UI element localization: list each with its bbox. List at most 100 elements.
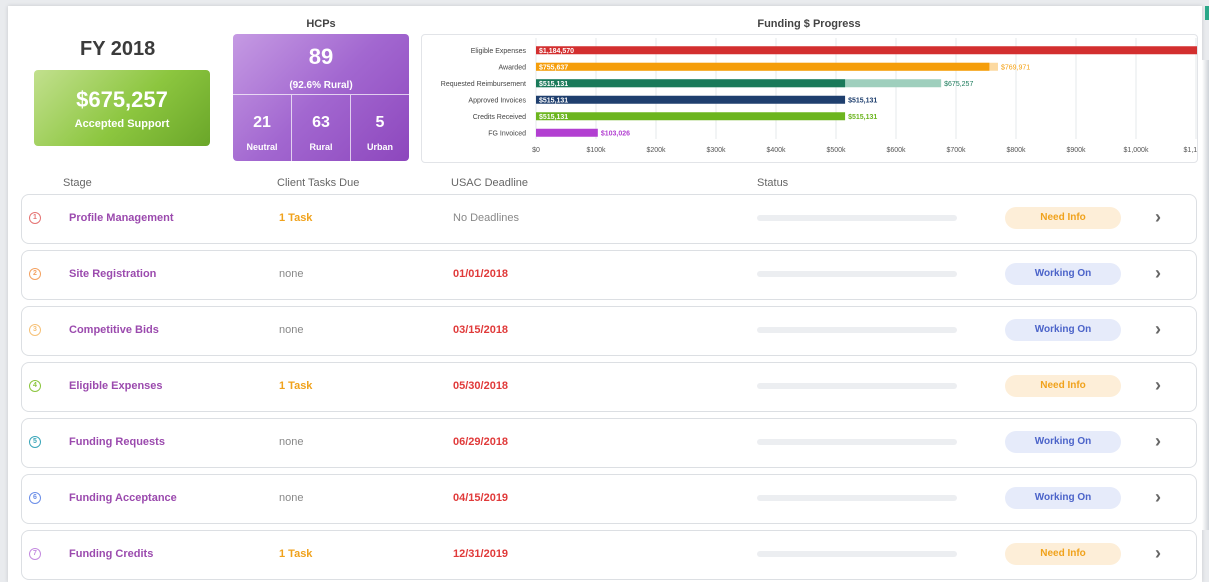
status-badge: Need Info	[1005, 207, 1121, 229]
data-label: $515,131	[539, 97, 568, 104]
status-progress-bar	[757, 439, 957, 445]
data-label: $769,971	[1001, 64, 1030, 71]
status-progress-bar	[757, 215, 957, 221]
stage-name[interactable]: Competitive Bids	[69, 324, 159, 336]
bar	[536, 62, 990, 71]
chevron-right-icon[interactable]: ›	[1155, 431, 1161, 451]
category-label: Requested Reimbursement	[441, 81, 526, 88]
column-header-status: Status	[757, 177, 789, 189]
side-panel-edge	[1202, 60, 1209, 530]
hcps-total: 89	[308, 44, 334, 69]
stage-row-funding-acceptance[interactable]: 6 Funding Acceptance none 04/15/2019 Working…	[21, 474, 1197, 524]
hcps-rural-label: Rural	[309, 142, 333, 152]
accepted-support-card: $675,257 Accepted Support	[34, 70, 210, 146]
stage-number-icon: 3	[29, 324, 41, 336]
hcps-urban-count: 5	[375, 114, 385, 131]
x-tick-label: $1,100k	[1184, 147, 1197, 154]
funding-progress-chart: $0 $100k $200k $300k $400k $500k $600k $700k $80…	[441, 38, 1197, 154]
client-tasks-due: none	[279, 492, 304, 504]
bar	[536, 128, 598, 137]
funding-chart-title: Funding $ Progress	[757, 18, 861, 30]
stage-name[interactable]: Funding Credits	[69, 548, 153, 560]
x-tick-label: $800k	[1006, 147, 1026, 154]
client-tasks-due: none	[279, 436, 304, 448]
stage-row-funding-requests[interactable]: 5 Funding Requests none 06/29/2018 Working O…	[21, 418, 1197, 468]
column-header-deadline: USAC Deadline	[451, 177, 529, 189]
stage-row-profile-management[interactable]: 1 Profile Management 1 Task No Deadlines Nee…	[21, 194, 1197, 244]
status-badge: Need Info	[1005, 543, 1121, 565]
accepted-support-label: Accepted Support	[74, 118, 170, 130]
chevron-right-icon[interactable]: ›	[1155, 543, 1161, 563]
chevron-right-icon[interactable]: ›	[1155, 319, 1161, 339]
x-tick-label: $400k	[766, 147, 786, 154]
hcps-neutral: 21 Neutral	[233, 95, 291, 161]
stage-number-icon: 4	[29, 380, 41, 392]
accepted-support-amount: $675,257	[76, 87, 168, 112]
usac-deadline: 06/29/2018	[453, 436, 509, 448]
category-label: Awarded	[498, 64, 526, 71]
stage-row-eligible-expenses[interactable]: 4 Eligible Expenses 1 Task 05/30/2018 Need I…	[21, 362, 1197, 412]
status-progress-bar	[757, 271, 957, 277]
x-tick-label: $700k	[946, 147, 966, 154]
stage-row-site-registration[interactable]: 2 Site Registration none 01/01/2018 Working …	[21, 250, 1197, 300]
stage-name[interactable]: Funding Acceptance	[69, 492, 177, 504]
hcps-card: 89 (92.6% Rural) 21 Neutral 63 Rural 5 U…	[233, 34, 409, 161]
usac-deadline: 05/30/2018	[453, 380, 509, 392]
x-tick-label: $600k	[886, 147, 906, 154]
chevron-right-icon[interactable]: ›	[1155, 487, 1161, 507]
usac-deadline: 04/15/2019	[453, 492, 509, 504]
x-tick-label: $200k	[646, 147, 666, 154]
category-label: Approved Invoices	[468, 97, 526, 104]
client-tasks-due[interactable]: 1 Task	[279, 380, 312, 392]
data-label: $515,131	[848, 114, 877, 121]
x-tick-label: $1,000k	[1124, 147, 1149, 154]
usac-deadline: 12/31/2019	[453, 548, 509, 560]
column-header-tasks: Client Tasks Due	[277, 177, 360, 189]
status-progress-bar	[757, 327, 957, 333]
hcps-title: HCPs	[306, 18, 336, 30]
bar	[536, 95, 846, 104]
chevron-right-icon[interactable]: ›	[1155, 263, 1161, 283]
data-label: $755,637	[539, 64, 568, 71]
x-tick-label: $900k	[1066, 147, 1086, 154]
status-progress-bar	[757, 383, 957, 389]
category-label: FG Invoiced	[488, 130, 526, 137]
x-tick-label: $0	[532, 147, 540, 154]
usac-deadline: 01/01/2018	[453, 268, 509, 280]
hcps-rural-percent: (92.6% Rural)	[289, 80, 353, 91]
fiscal-year-title: FY 2018	[80, 38, 156, 60]
data-label: $515,131	[539, 114, 568, 121]
stage-row-competitive-bids[interactable]: 3 Competitive Bids none 03/15/2018 Working O…	[21, 306, 1197, 356]
x-tick-label: $300k	[706, 147, 726, 154]
chevron-right-icon[interactable]: ›	[1155, 207, 1161, 227]
usac-deadline: 03/15/2018	[453, 324, 509, 336]
stage-name[interactable]: Site Registration	[69, 268, 156, 280]
stage-number-icon: 7	[29, 548, 41, 560]
stage-name[interactable]: Profile Management	[69, 212, 174, 224]
status-badge: Working On	[1005, 431, 1121, 453]
client-tasks-due[interactable]: 1 Task	[279, 212, 312, 224]
usac-deadline: No Deadlines	[453, 212, 520, 224]
status-progress-bar	[757, 495, 957, 501]
data-label: $675,257	[944, 81, 973, 88]
status-progress-bar	[757, 551, 957, 557]
stage-name[interactable]: Funding Requests	[69, 436, 165, 448]
client-tasks-due: none	[279, 268, 304, 280]
data-label: $515,131	[848, 97, 877, 104]
x-tick-label: $500k	[826, 147, 846, 154]
stage-number-icon: 2	[29, 268, 41, 280]
hcps-neutral-count: 21	[253, 114, 271, 131]
x-tick-label: $100k	[586, 147, 606, 154]
stage-row-funding-credits[interactable]: 7 Funding Credits 1 Task 12/31/2019 Need Inf…	[21, 530, 1197, 580]
bar	[536, 112, 846, 121]
bar	[536, 46, 1197, 55]
stage-name[interactable]: Eligible Expenses	[69, 380, 163, 392]
scrollbar-accent[interactable]	[1205, 6, 1209, 20]
client-tasks-due[interactable]: 1 Task	[279, 548, 312, 560]
stage-number-icon: 6	[29, 492, 41, 504]
data-label: $1,184,570	[539, 48, 574, 55]
stage-number-icon: 5	[29, 436, 41, 448]
hcps-rural: 63 Rural	[292, 95, 350, 161]
chevron-right-icon[interactable]: ›	[1155, 375, 1161, 395]
client-tasks-due: none	[279, 324, 304, 336]
